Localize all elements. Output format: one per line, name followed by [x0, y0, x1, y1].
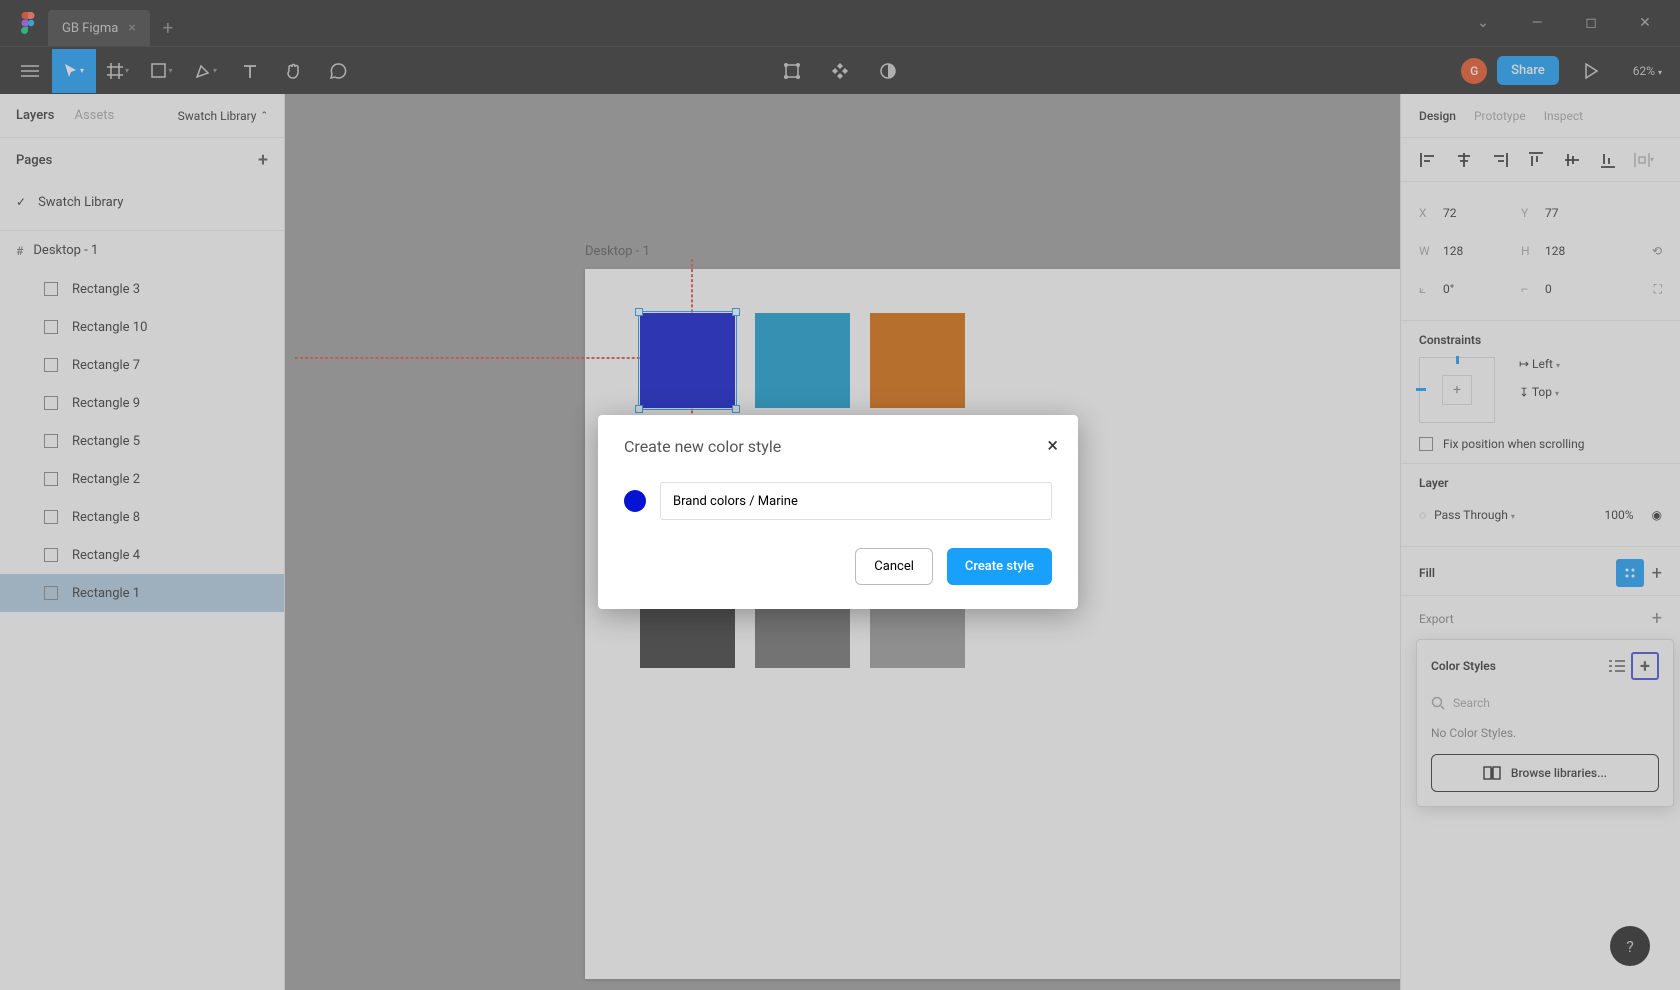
style-name-input[interactable] [660, 482, 1052, 520]
cancel-button[interactable]: Cancel [855, 548, 933, 585]
create-style-button[interactable]: Create style [947, 548, 1052, 585]
modal-overlay[interactable]: Create new color style × Cancel Create s… [0, 0, 1680, 990]
modal-title: Create new color style [624, 437, 1052, 456]
close-modal-icon[interactable]: × [1047, 433, 1058, 457]
create-style-modal: Create new color style × Cancel Create s… [598, 415, 1078, 609]
color-swatch-icon[interactable] [624, 490, 646, 512]
